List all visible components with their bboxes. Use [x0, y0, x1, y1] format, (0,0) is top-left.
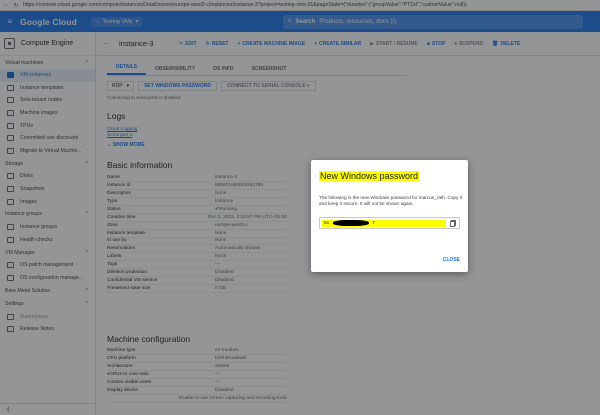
password-dialog: New Windows password The following is th… — [311, 160, 468, 272]
dialog-text: The following is the new Windows passwor… — [319, 195, 463, 207]
password-field[interactable]: 5s 7 — [319, 217, 460, 229]
password-prefix: 5s — [324, 220, 329, 225]
dialog-title: New Windows password — [319, 171, 420, 181]
password-redaction — [333, 220, 369, 226]
close-button[interactable]: CLOSE — [443, 257, 460, 263]
modal-overlay: New Windows password The following is th… — [0, 0, 600, 415]
copy-icon[interactable] — [450, 220, 456, 227]
password-suffix: 7 — [372, 220, 375, 225]
